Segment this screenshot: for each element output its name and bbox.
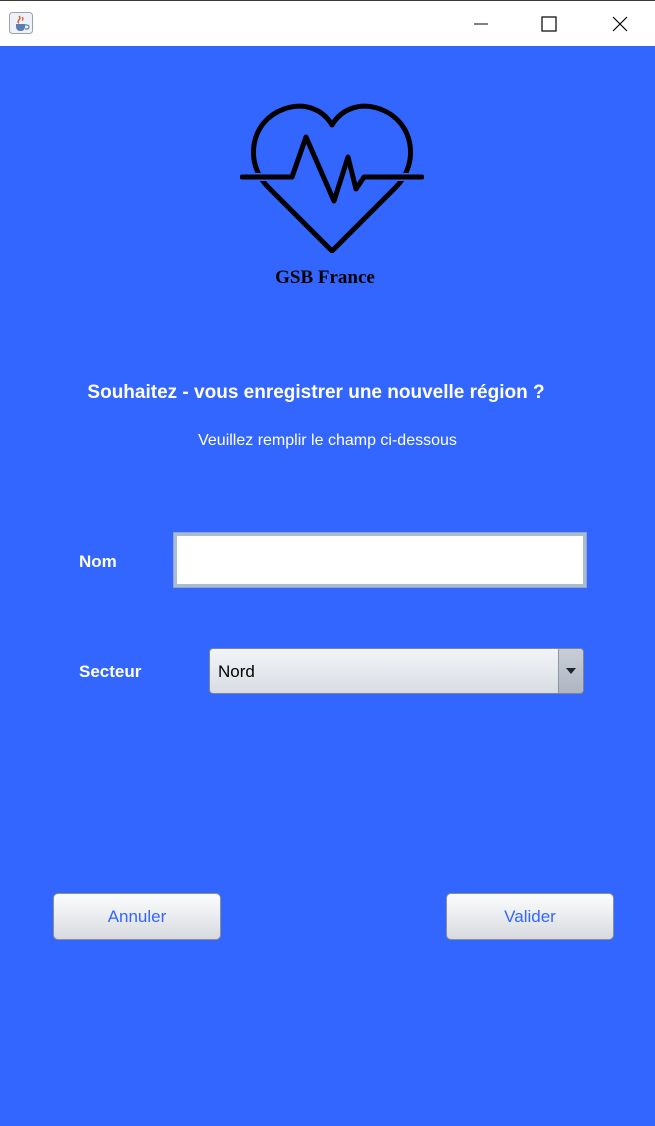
nom-label: Nom (79, 552, 117, 571)
submit-button[interactable]: Valider (446, 893, 614, 940)
close-icon (612, 16, 628, 31)
title-bar (0, 0, 655, 46)
form-question: Souhaitez - vous enregistrer une nouvell… (87, 382, 545, 403)
cancel-button[interactable]: Annuler (53, 893, 221, 940)
maximize-button[interactable] (526, 1, 572, 46)
form-instruction: Veuillez remplir le champ ci-dessous (198, 432, 457, 449)
app-window: GSB France Souhaitez - vous enregistrer … (0, 0, 655, 1126)
main-panel: GSB France Souhaitez - vous enregistrer … (0, 46, 655, 1126)
brand-name: GSB France (275, 267, 375, 288)
secteur-select[interactable]: Nord (209, 648, 584, 694)
dropdown-arrow-button[interactable] (558, 649, 583, 693)
nom-input[interactable] (173, 532, 587, 588)
secteur-label: Secteur (79, 662, 142, 681)
heartbeat-heart-icon (239, 101, 425, 254)
minimize-icon (474, 23, 488, 24)
secteur-selected-value: Nord (218, 662, 255, 681)
minimize-button[interactable] (458, 1, 504, 46)
close-button[interactable] (597, 1, 643, 46)
java-cup-icon[interactable] (9, 12, 33, 34)
maximize-icon (541, 15, 557, 32)
chevron-down-icon (566, 668, 576, 674)
